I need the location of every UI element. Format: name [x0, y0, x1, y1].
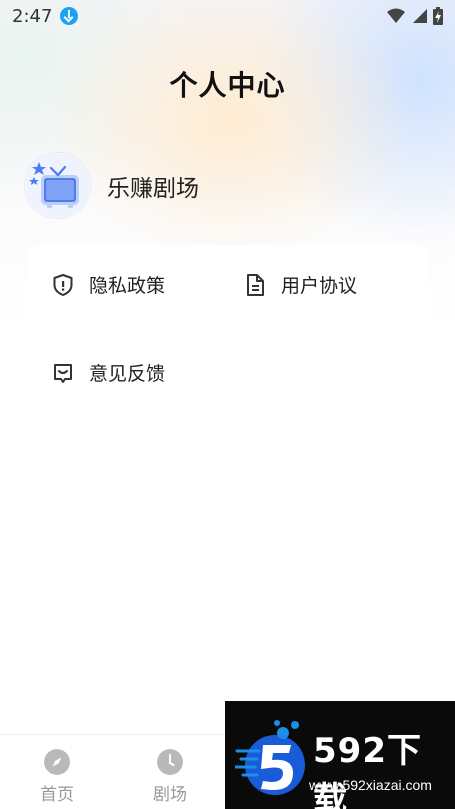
tab-home[interactable]: 首页: [27, 749, 87, 805]
avatar[interactable]: [25, 153, 90, 218]
tab-label: 首页: [40, 785, 74, 805]
tv-stars-icon: [25, 153, 90, 218]
watermark-url: www.592xiazai.com: [309, 777, 432, 793]
clock-icon: [157, 749, 183, 775]
profile-name: 乐赚剧场: [107, 175, 199, 202]
tab-theater[interactable]: 剧场: [140, 749, 200, 805]
menu-item-user-agreement[interactable]: 用户协议: [244, 271, 357, 298]
download-icon: [60, 7, 79, 25]
menu-item-label: 隐私政策: [89, 275, 166, 297]
watermark-overlay: 592下载 www.592xiazai.com: [225, 701, 455, 809]
status-bar: 2:47: [0, 0, 455, 32]
compass-icon: [44, 749, 70, 775]
profile-section[interactable]: 乐赚剧场: [25, 153, 199, 218]
signal-icon: [413, 9, 427, 23]
screen: 2:47 个人中心 乐赚剧场 隐私政策 用户协议 意见反馈 首页 剧场 592下…: [0, 0, 455, 809]
battery-icon: [433, 7, 443, 25]
wifi-icon: [387, 8, 405, 23]
menu-item-label: 意见反馈: [89, 363, 166, 385]
menu-card: 隐私政策 用户协议 意见反馈: [26, 245, 429, 425]
tab-label: 剧场: [153, 785, 187, 805]
shield-icon: [53, 273, 73, 296]
document-icon: [247, 273, 264, 296]
status-time: 2:47: [12, 5, 53, 27]
feedback-icon: [54, 363, 72, 383]
page-title: 个人中心: [169, 69, 286, 102]
menu-item-feedback[interactable]: 意见反馈: [52, 359, 165, 386]
menu-item-label: 用户协议: [281, 275, 358, 297]
brand-logo-icon: [235, 720, 305, 795]
status-icons: [387, 7, 443, 25]
menu-item-privacy-policy[interactable]: 隐私政策: [52, 271, 165, 298]
watermark-brand: 592下载: [313, 731, 422, 809]
